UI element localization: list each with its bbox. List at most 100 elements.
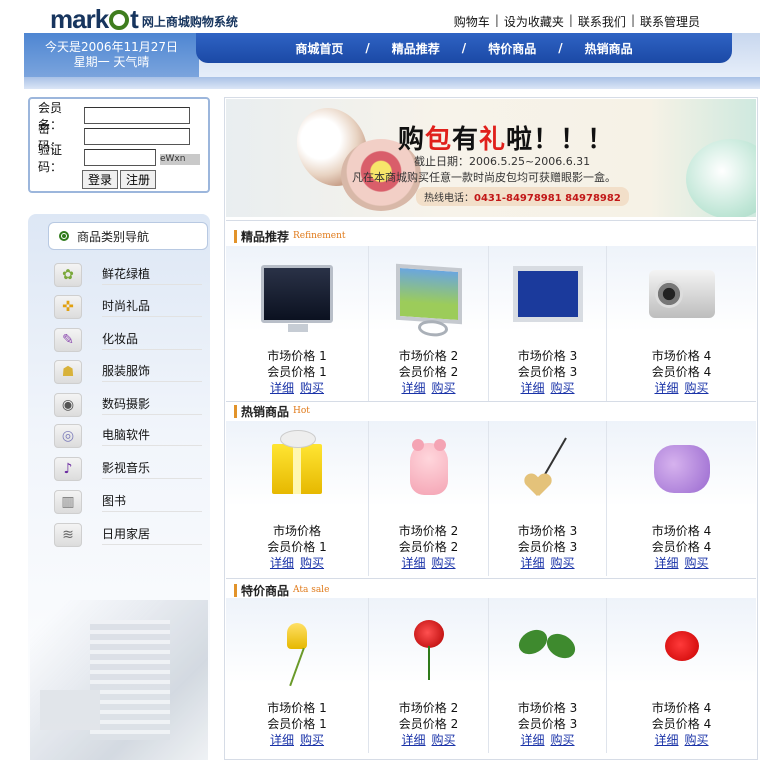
buy-link[interactable]: 购买: [432, 732, 456, 748]
product-card: 市场价格 会员价格 1 详细 购买: [226, 421, 369, 576]
buy-link[interactable]: 购买: [551, 555, 575, 571]
decor-image: [686, 139, 756, 217]
main-nav: 商城首页 / 精品推荐 / 特价商品 / 热销商品: [196, 33, 732, 63]
register-button[interactable]: 注册: [120, 170, 157, 189]
section-title: 特价商品: [241, 583, 290, 598]
page: mark t 网上商城购物系统 购物车 | 设为收藏夹 | 联系我们 | 联系管理员 今…: [0, 0, 760, 764]
music-note-icon: ♪: [54, 457, 82, 481]
bookmark-link[interactable]: 设为收藏夹: [504, 13, 564, 30]
section-divider: [226, 578, 756, 579]
detail-link[interactable]: 详细: [270, 555, 294, 571]
detail-link[interactable]: 详细: [270, 380, 294, 396]
password-input[interactable]: [84, 128, 190, 145]
username-input[interactable]: [84, 107, 190, 124]
building-image: [30, 600, 208, 760]
top-links: 购物车 | 设为收藏夹 | 联系我们 | 联系管理员: [453, 13, 700, 30]
household-icon: ≋: [54, 523, 82, 547]
category-item-gifts[interactable]: ✜ 时尚礼品: [54, 293, 204, 321]
market-price: 市场价格 4: [651, 701, 712, 715]
gift-box-image[interactable]: [257, 430, 337, 507]
bullet-icon: [59, 231, 69, 241]
detail-link[interactable]: 详细: [401, 380, 425, 396]
member-price: 会员价格 2: [398, 717, 459, 731]
product-card: 市场价格 1 会员价格 1 详细 购买: [226, 246, 369, 401]
buy-link[interactable]: 购买: [432, 380, 456, 396]
category-item-flowers[interactable]: ✿ 鲜花绿植: [54, 261, 204, 289]
product-card: 市场价格 2 会员价格 2 详细 购买: [369, 421, 489, 576]
buy-link[interactable]: 购买: [300, 732, 324, 748]
nav-featured[interactable]: 精品推荐: [392, 40, 440, 57]
product-row-featured: 市场价格 1 会员价格 1 详细 购买 市场价格 2 会员价格 2 详细 购买 市场…: [226, 246, 756, 401]
captcha-input[interactable]: [84, 149, 156, 166]
heart-pendant-image[interactable]: [508, 431, 588, 507]
site-logo[interactable]: mark t 网上商城购物系统: [50, 6, 238, 32]
member-price: 会员价格 1: [267, 717, 327, 731]
member-price: 会员价格 4: [651, 540, 712, 554]
detail-link[interactable]: 详细: [401, 732, 425, 748]
detail-link[interactable]: 详细: [520, 380, 544, 396]
green-leaves-image[interactable]: [508, 608, 588, 684]
category-item-cosmetics[interactable]: ✎ 化妆品: [54, 326, 204, 354]
category-label: 时尚礼品: [102, 297, 202, 317]
contact-admin-link[interactable]: 联系管理员: [640, 13, 700, 30]
nav-home[interactable]: 商城首页: [295, 40, 343, 57]
category-item-books[interactable]: ▥ 图书: [54, 488, 204, 516]
category-item-camera[interactable]: ◉ 数码摄影: [54, 391, 204, 419]
promo-hotline: 热线电话：0431-84978981 84978982: [416, 187, 629, 206]
section-subtitle: Refinement: [293, 231, 346, 241]
product-card: 市场价格 4 会员价格 4 详细 购买: [607, 421, 756, 576]
market-price: 市场价格 3: [517, 349, 578, 363]
detail-link[interactable]: 详细: [654, 380, 678, 396]
product-card: 市场价格 2 会员价格 2 详细 购买: [369, 598, 489, 753]
category-item-clothing[interactable]: ☗ 服装服饰: [54, 358, 204, 386]
detail-link[interactable]: 详细: [401, 555, 425, 571]
detail-link[interactable]: 详细: [520, 555, 544, 571]
detail-link[interactable]: 详细: [520, 732, 544, 748]
section-title: 热销商品: [241, 404, 290, 419]
promo-banner[interactable]: 购包有礼啦！！！ 截止日期：2006.5.25~2006.6.31 凡在本商城购…: [226, 99, 756, 217]
lcd-monitor-image[interactable]: [389, 256, 469, 332]
flat-monitor-image[interactable]: [508, 256, 588, 332]
pink-bear-image[interactable]: [389, 431, 469, 507]
product-card: 市场价格 3 会员价格 3 详细 购买: [489, 598, 607, 753]
detail-link[interactable]: 详细: [654, 555, 678, 571]
buy-link[interactable]: 购买: [551, 732, 575, 748]
category-item-software[interactable]: ◎ 电脑软件: [54, 422, 204, 450]
market-price: 市场价格 1: [267, 701, 327, 715]
market-price: 市场价格 1: [267, 349, 327, 363]
buy-link[interactable]: 购买: [432, 555, 456, 571]
category-nav-header: 商品类别导航: [48, 222, 208, 250]
buy-link[interactable]: 购买: [300, 555, 324, 571]
logo-subtitle: 网上商城购物系统: [141, 15, 238, 29]
nav-hot[interactable]: 热销商品: [585, 40, 633, 57]
login-button[interactable]: 登录: [81, 170, 118, 189]
yellow-tulip-image[interactable]: [257, 608, 337, 684]
detail-link[interactable]: 详细: [270, 732, 294, 748]
category-label: 日用家居: [102, 525, 202, 545]
buy-link[interactable]: 购买: [685, 555, 709, 571]
category-item-household[interactable]: ≋ 日用家居: [54, 521, 204, 549]
member-price: 会员价格 3: [517, 540, 578, 554]
digital-camera-image[interactable]: [642, 256, 722, 332]
red-rose-bloom-image[interactable]: [642, 608, 722, 684]
category-item-media[interactable]: ♪ 影视音乐: [54, 455, 204, 483]
purple-bears-image[interactable]: [642, 431, 722, 507]
crt-monitor-image[interactable]: [257, 256, 337, 332]
buy-link[interactable]: 购买: [685, 380, 709, 396]
nav-specials[interactable]: 特价商品: [488, 40, 536, 57]
member-price: 会员价格 4: [651, 365, 712, 379]
weather-text: 星期一 天气晴: [73, 55, 150, 69]
section-subtitle: Hot: [293, 406, 310, 416]
date-text: 今天是2006年11月27日: [44, 40, 179, 54]
category-label: 影视音乐: [102, 459, 202, 479]
red-rose-image[interactable]: [389, 608, 469, 684]
market-price: 市场价格 3: [517, 524, 578, 538]
cart-link[interactable]: 购物车: [454, 13, 490, 30]
buy-link[interactable]: 购买: [685, 732, 709, 748]
detail-link[interactable]: 详细: [654, 732, 678, 748]
contact-us-link[interactable]: 联系我们: [578, 13, 626, 30]
buy-link[interactable]: 购买: [551, 380, 575, 396]
captcha-label: 验证码：: [38, 142, 63, 174]
buy-link[interactable]: 购买: [300, 380, 324, 396]
captcha-image: eWxn: [160, 154, 200, 165]
